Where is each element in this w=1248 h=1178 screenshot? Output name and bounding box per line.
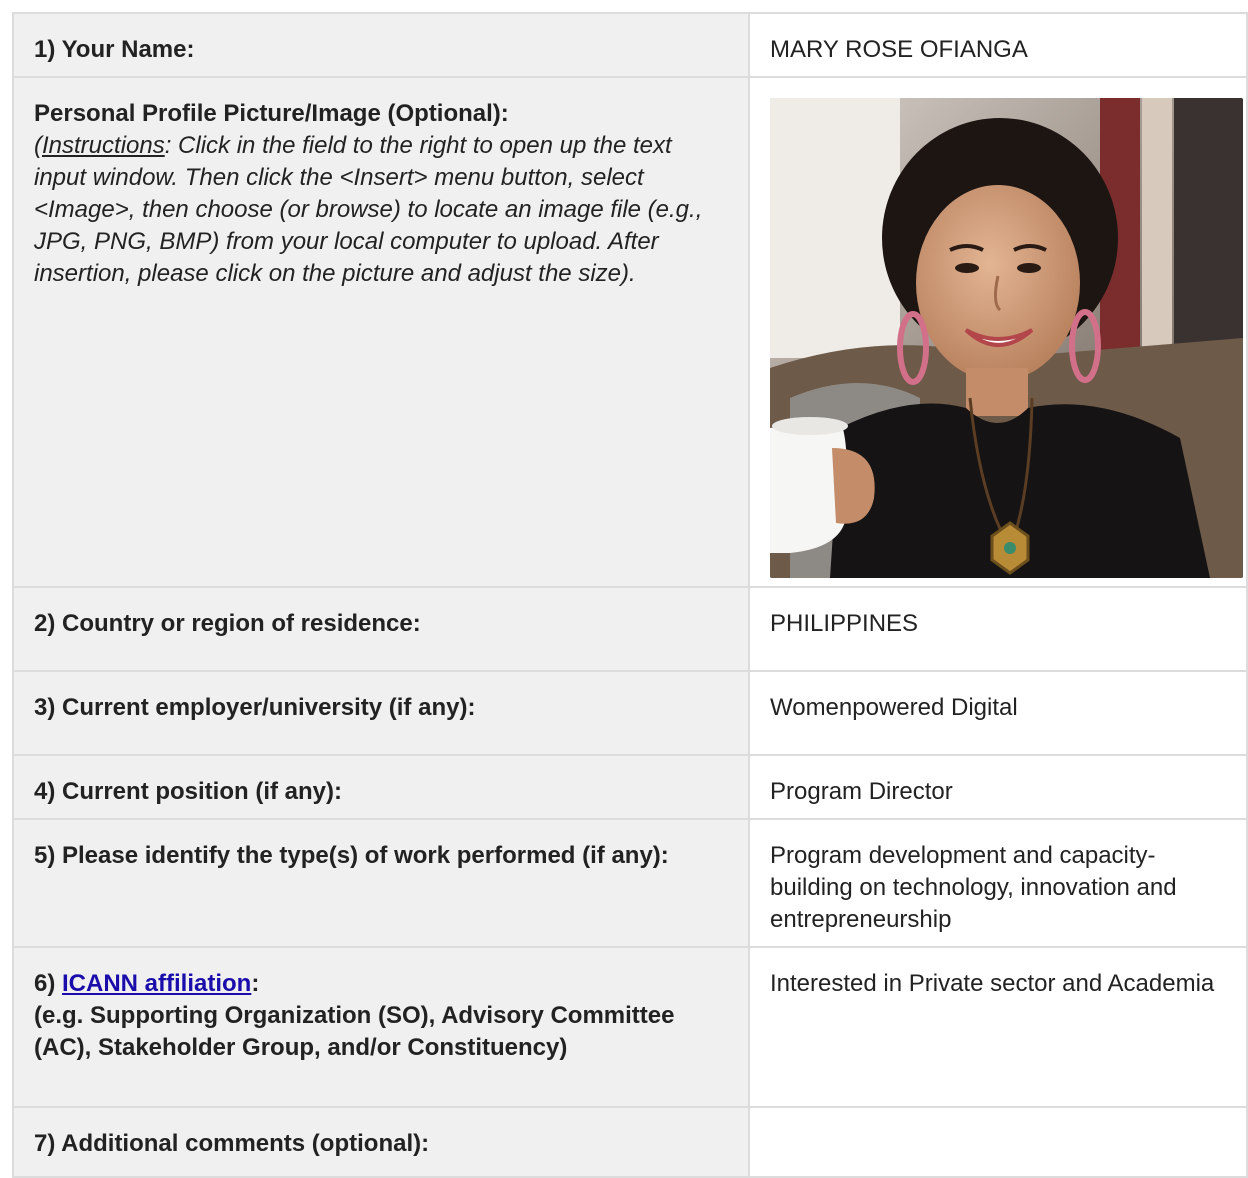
country-value-cell[interactable]: PHILIPPINES xyxy=(748,586,1248,672)
row-affiliation: 6) ICANN affiliation: (e.g. Supporting O… xyxy=(12,946,1248,1108)
country-label-cell: 2) Country or region of residence: xyxy=(12,586,750,672)
comments-label: 7) Additional comments (optional): xyxy=(34,1130,430,1157)
row-name: 1) Your Name: MARY ROSE OFIANGA xyxy=(12,12,1248,78)
row-work: 5) Please identify the type(s) of work p… xyxy=(12,818,1248,948)
employer-label-cell: 3) Current employer/university (if any): xyxy=(12,670,750,756)
photo-instructions: (Instructions: Click in the field to the… xyxy=(34,130,728,290)
affiliation-colon: : xyxy=(251,970,260,997)
position-value-cell[interactable]: Program Director xyxy=(748,754,1248,820)
affiliation-value: Interested in Private sector and Academi… xyxy=(770,970,1215,997)
instructions-word: Instructions xyxy=(42,132,165,159)
position-label: 4) Current position (if any): xyxy=(34,778,342,805)
affiliation-prefix: 6) xyxy=(34,970,63,997)
row-comments: 7) Additional comments (optional): xyxy=(12,1106,1248,1178)
row-position: 4) Current position (if any): Program Di… xyxy=(12,754,1248,820)
name-label-cell: 1) Your Name: xyxy=(12,12,750,78)
name-label: 1) Your Name: xyxy=(34,36,195,63)
position-value: Program Director xyxy=(770,778,953,805)
country-value: PHILIPPINES xyxy=(770,610,919,637)
affiliation-value-cell[interactable]: Interested in Private sector and Academi… xyxy=(748,946,1248,1108)
employer-value-cell[interactable]: Womenpowered Digital xyxy=(748,670,1248,756)
work-label-cell: 5) Please identify the type(s) of work p… xyxy=(12,818,750,948)
affiliation-label: 6) ICANN affiliation: xyxy=(34,968,728,1000)
icann-affiliation-link[interactable]: ICANN affiliation xyxy=(62,970,251,997)
comments-label-cell: 7) Additional comments (optional): xyxy=(12,1106,750,1178)
affiliation-detail: (e.g. Supporting Organization (SO), Advi… xyxy=(34,1002,675,1061)
name-value: MARY ROSE OFIANGA xyxy=(770,36,1028,63)
work-value-cell[interactable]: Program development and capacity-buildin… xyxy=(748,818,1248,948)
row-country: 2) Country or region of residence: PHILI… xyxy=(12,586,1248,672)
row-employer: 3) Current employer/university (if any):… xyxy=(12,670,1248,756)
name-value-cell[interactable]: MARY ROSE OFIANGA xyxy=(748,12,1248,78)
photo-value-cell[interactable] xyxy=(748,76,1248,588)
employer-value: Womenpowered Digital xyxy=(770,694,1018,721)
position-label-cell: 4) Current position (if any): xyxy=(12,754,750,820)
photo-label: Personal Profile Picture/Image (Optional… xyxy=(34,100,509,127)
profile-photo[interactable] xyxy=(770,98,1243,578)
affiliation-label-cell: 6) ICANN affiliation: (e.g. Supporting O… xyxy=(12,946,750,1108)
instructions-open-paren: ( xyxy=(34,132,42,159)
comments-value-cell[interactable] xyxy=(748,1106,1248,1178)
employer-label: 3) Current employer/university (if any): xyxy=(34,694,476,721)
country-label: 2) Country or region of residence: xyxy=(34,610,421,637)
work-value: Program development and capacity-buildin… xyxy=(770,842,1177,933)
profile-form-table: 1) Your Name: MARY ROSE OFIANGA Personal… xyxy=(12,12,1248,1178)
work-label: 5) Please identify the type(s) of work p… xyxy=(34,842,669,869)
photo-label-cell: Personal Profile Picture/Image (Optional… xyxy=(12,76,750,588)
row-photo: Personal Profile Picture/Image (Optional… xyxy=(12,76,1248,588)
